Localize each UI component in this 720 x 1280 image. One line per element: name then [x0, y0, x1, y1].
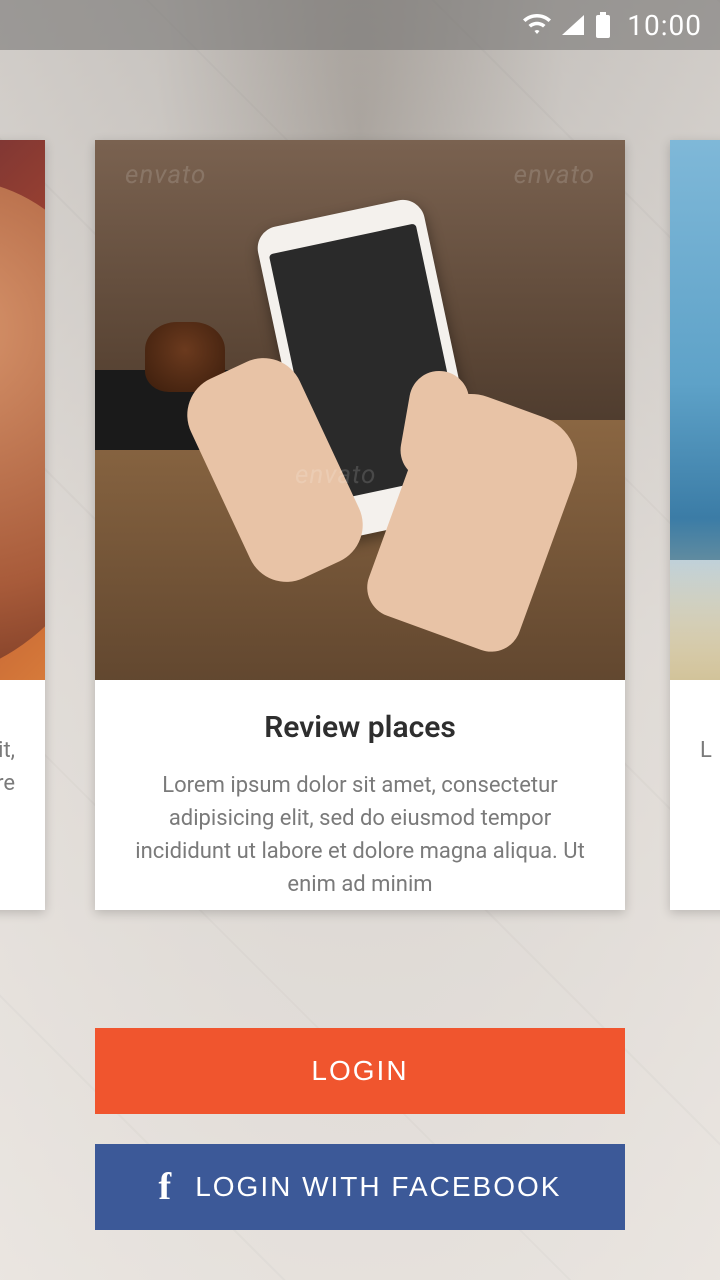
- card-text: L: [700, 734, 720, 767]
- card-body: L: [670, 680, 720, 809]
- card-title: Review places: [125, 710, 595, 745]
- card-image: envato envato envato: [95, 140, 625, 680]
- status-bar: 10:00: [0, 0, 720, 50]
- login-button[interactable]: LOGIN: [95, 1028, 625, 1114]
- facebook-button-label: LOGIN WITH FACEBOOK: [195, 1171, 561, 1203]
- watermark-text: envato: [514, 160, 595, 190]
- battery-icon: [595, 12, 611, 38]
- status-time: 10:00: [627, 9, 702, 42]
- wifi-icon: [523, 14, 551, 36]
- carousel-card-prev[interactable]: envato elit, ore: [0, 140, 45, 910]
- card-body: Review places Lorem ipsum dolor sit amet…: [95, 680, 625, 943]
- onboarding-carousel[interactable]: envato elit, ore envato envato envato Re…: [0, 140, 720, 910]
- auth-buttons: LOGIN f LOGIN WITH FACEBOOK: [95, 1028, 625, 1230]
- cell-signal-icon: [561, 14, 585, 36]
- card-text: Lorem ipsum dolor sit amet, consectetur …: [125, 769, 595, 901]
- card-image: envato: [0, 140, 45, 680]
- card-image: [670, 140, 720, 680]
- facebook-login-button[interactable]: f LOGIN WITH FACEBOOK: [95, 1144, 625, 1230]
- carousel-card-current[interactable]: envato envato envato Review places Lorem…: [95, 140, 625, 910]
- login-button-label: LOGIN: [311, 1055, 408, 1087]
- facebook-icon: f: [159, 1165, 174, 1209]
- carousel-card-next[interactable]: L: [670, 140, 720, 910]
- watermark-text: envato: [125, 160, 206, 190]
